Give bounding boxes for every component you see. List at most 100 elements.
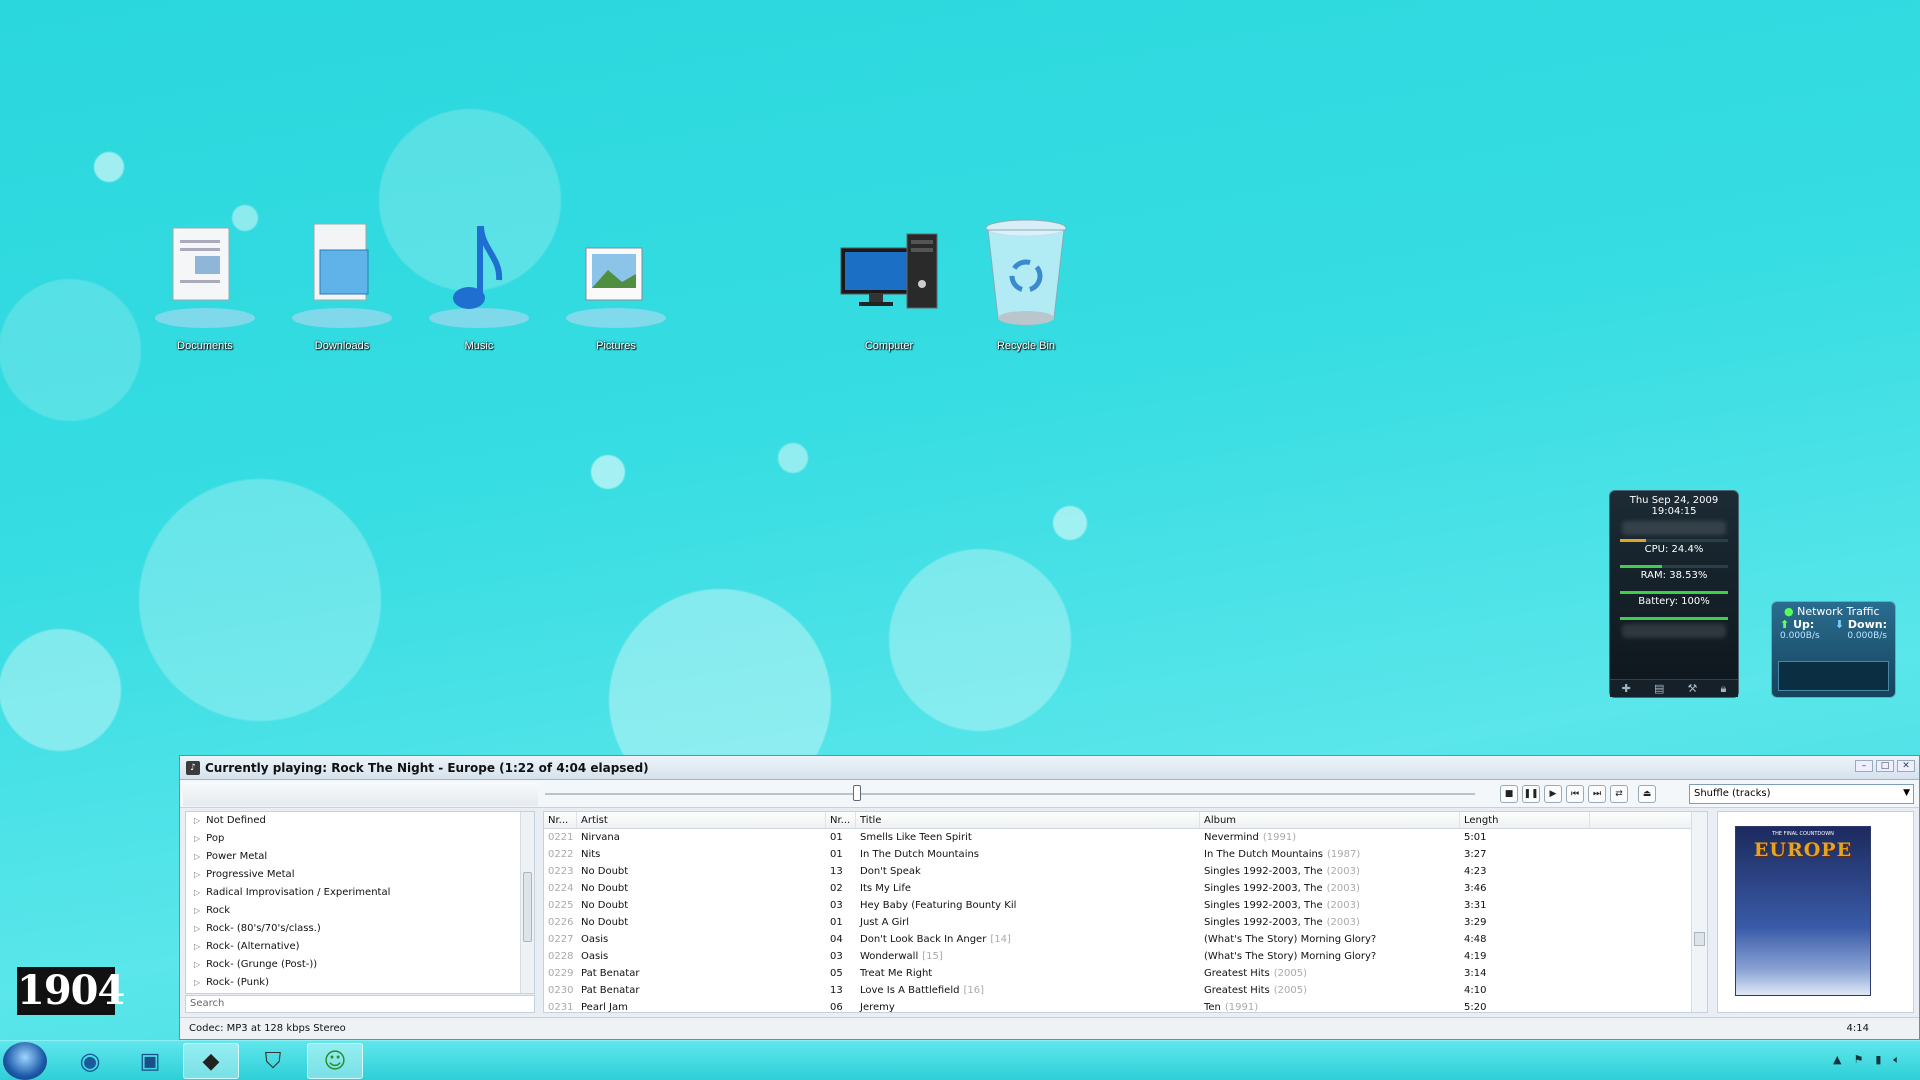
seek-bar[interactable] (545, 793, 1475, 795)
pause-button[interactable]: ❚❚ (1522, 785, 1540, 803)
cell-album-text: Singles 1992-2003, The (1204, 900, 1323, 911)
cell-album-text: (What's The Story) Morning Glory? (1204, 934, 1377, 945)
table-row[interactable]: 0222 Nits 01 In The Dutch Mountains In The D… (544, 846, 1707, 863)
expand-arrow-icon[interactable]: ▷ (194, 960, 200, 969)
expand-arrow-icon[interactable]: ▷ (194, 816, 200, 825)
cell-album-text: In The Dutch Mountains (1204, 849, 1324, 860)
col-track-number[interactable]: Nr... (826, 812, 856, 828)
playlist-scrollbar[interactable] (1691, 812, 1707, 1012)
cell-number: 0231 (544, 999, 577, 1012)
desktop-icon-downloads[interactable]: Downloads (282, 218, 402, 352)
previous-button[interactable]: ⏮ (1566, 785, 1584, 803)
taskbar-shield-app[interactable]: ⛉ (245, 1043, 301, 1079)
tree-item[interactable]: ▷ Rock- (80's/70's/class.) (186, 920, 534, 938)
table-row[interactable]: 0224 No Doubt 02 Its My Life Singles 1992-20… (544, 880, 1707, 897)
start-button[interactable] (3, 1042, 47, 1080)
expand-arrow-icon[interactable]: ▷ (194, 978, 200, 987)
table-row[interactable]: 0229 Pat Benatar 05 Treat Me Right Greatest … (544, 965, 1707, 982)
taskbar-media-app[interactable]: ◉ (62, 1043, 118, 1079)
tree-item[interactable]: ▷ Radical Improvisation / Experimental (186, 884, 534, 902)
seek-thumb[interactable] (853, 785, 862, 801)
open-button[interactable]: ⏏ (1638, 785, 1656, 803)
cell-number-text: 0223 (548, 866, 574, 877)
table-row[interactable]: 0227 Oasis 04 Don't Look Back In Anger [14] (… (544, 931, 1707, 948)
taskbar-game-app[interactable]: ▣ (122, 1043, 178, 1079)
desktop-icon-pictures[interactable]: Pictures (556, 218, 676, 352)
random-button[interactable]: ⇄ (1610, 785, 1628, 803)
cell-number: 0229 (544, 965, 577, 982)
tree-scrollbar[interactable] (520, 812, 534, 993)
col-length[interactable]: Length (1460, 812, 1590, 828)
add-icon[interactable]: ✚ (1622, 682, 1631, 695)
system-monitor-gadget[interactable]: Thu Sep 24, 2009 19:04:15 CPU: 24.4% RAM… (1609, 490, 1739, 698)
expand-arrow-icon[interactable]: ▷ (194, 942, 200, 951)
playback-order-select[interactable]: Shuffle (tracks) ▼ (1689, 784, 1914, 804)
cell-album-extra: (2003) (1326, 883, 1360, 894)
play-button[interactable]: ▶ (1544, 785, 1562, 803)
col-number[interactable]: Nr... (544, 812, 577, 828)
cell-track-number-text: 01 (830, 849, 843, 860)
taskbar-player-app[interactable]: ◆ (183, 1043, 239, 1079)
col-title[interactable]: Title (856, 812, 1200, 828)
desktop-icon-computer[interactable]: Computer (829, 218, 949, 352)
cell-album-extra: (2003) (1326, 917, 1360, 928)
expand-arrow-icon[interactable]: ▷ (194, 924, 200, 933)
expand-arrow-icon[interactable]: ▷ (194, 888, 200, 897)
col-artist[interactable]: Artist (577, 812, 826, 828)
cell-artist-text: Nits (581, 849, 601, 860)
table-row[interactable]: 0221 Nirvana 01 Smells Like Teen Spirit Neve… (544, 829, 1707, 846)
table-row[interactable]: 0228 Oasis 03 Wonderwall [15] (What's The Sto… (544, 948, 1707, 965)
desktop-icon-music[interactable]: Music (419, 218, 539, 352)
tree-item[interactable]: ▷ Rock (186, 902, 534, 920)
cell-title-extra: [16] (963, 985, 984, 996)
cell-album-extra: (2005) (1273, 968, 1307, 979)
close-button[interactable]: ✕ (1897, 760, 1915, 772)
minimize-button[interactable]: – (1855, 760, 1873, 772)
tree-item[interactable]: ▷ Rock- (Punk) (186, 974, 534, 992)
tree-item[interactable]: ▷ Rock- (Alternative) (186, 938, 534, 956)
col-album[interactable]: Album (1200, 812, 1460, 828)
next-button[interactable]: ⏭ (1588, 785, 1606, 803)
expand-arrow-icon[interactable]: ▷ (194, 834, 200, 843)
stop-button[interactable]: ■ (1500, 785, 1518, 803)
cell-length: 5:01 (1460, 829, 1590, 846)
expand-arrow-icon[interactable]: ▷ (194, 852, 200, 861)
cell-album: Greatest Hits (2005) (1200, 982, 1460, 999)
table-row[interactable]: 0223 No Doubt 13 Don't Speak Singles 1992-20… (544, 863, 1707, 880)
cell-title-text: Treat Me Right (860, 968, 933, 979)
wrench-icon[interactable]: ⚒ (1688, 682, 1698, 695)
tray-chevron-icon[interactable]: ▲ (1833, 1053, 1841, 1067)
tray-volume-icon[interactable]: 🔈︎ (1893, 1053, 1900, 1067)
expand-arrow-icon[interactable]: ▷ (194, 870, 200, 879)
tree-item[interactable]: ▷ Rock- (Grunge (Post-)) (186, 956, 534, 974)
tree-item[interactable]: ▷ Not Defined (186, 812, 534, 830)
playlist-scroll-thumb[interactable] (1694, 932, 1705, 946)
player-titlebar[interactable]: ♪ Currently playing: Rock The Night - Eu… (180, 756, 1919, 780)
desktop-icon-documents[interactable]: Documents (145, 218, 265, 352)
search-input[interactable]: Search (185, 995, 535, 1013)
tree-scroll-thumb[interactable] (523, 872, 532, 942)
desktop-icon-recycle-bin[interactable]: Recycle Bin (966, 218, 1086, 352)
cell-album: Singles 1992-2003, The (2003) (1200, 897, 1460, 914)
cell-title: Treat Me Right (856, 965, 1200, 982)
network-traffic-gadget[interactable]: ● Network Traffic ⬆ Up: ⬇ Down: 0.000B/s… (1771, 601, 1896, 698)
chart-icon[interactable]: ▤ (1654, 682, 1664, 695)
taskbar-messenger-app[interactable]: ☺ (307, 1043, 363, 1079)
table-row[interactable]: 0225 No Doubt 03 Hey Baby (Featuring Bounty… (544, 897, 1707, 914)
lock-icon[interactable]: 🔒︎ (1721, 682, 1727, 696)
tray-network-icon[interactable]: ▮ (1875, 1053, 1881, 1067)
tree-item[interactable]: ▷ Progressive Metal (186, 866, 534, 884)
tray-flag-icon[interactable]: ⚑ (1853, 1053, 1863, 1067)
cell-track-number: 06 (826, 999, 856, 1012)
playlist[interactable]: Nr... Artist Nr... Title Album Length 02… (543, 811, 1708, 1013)
tree-item[interactable]: ▷ Power Metal (186, 848, 534, 866)
table-row[interactable]: 0230 Pat Benatar 13 Love Is A Battlefield [1… (544, 982, 1707, 999)
maximize-button[interactable]: □ (1876, 760, 1894, 772)
cell-artist: No Doubt (577, 914, 826, 931)
expand-arrow-icon[interactable]: ▷ (194, 906, 200, 915)
cell-length-text: 3:14 (1464, 968, 1487, 979)
library-tree[interactable]: ▷ Not Defined ▷ Pop ▷ Power Metal ▷ Progressive… (185, 811, 535, 994)
tree-item[interactable]: ▷ Pop (186, 830, 534, 848)
table-row[interactable]: 0231 Pearl Jam 06 Jeremy Ten (1991) 5:20 (544, 999, 1707, 1012)
table-row[interactable]: 0226 No Doubt 01 Just A Girl Singles 1992-20… (544, 914, 1707, 931)
